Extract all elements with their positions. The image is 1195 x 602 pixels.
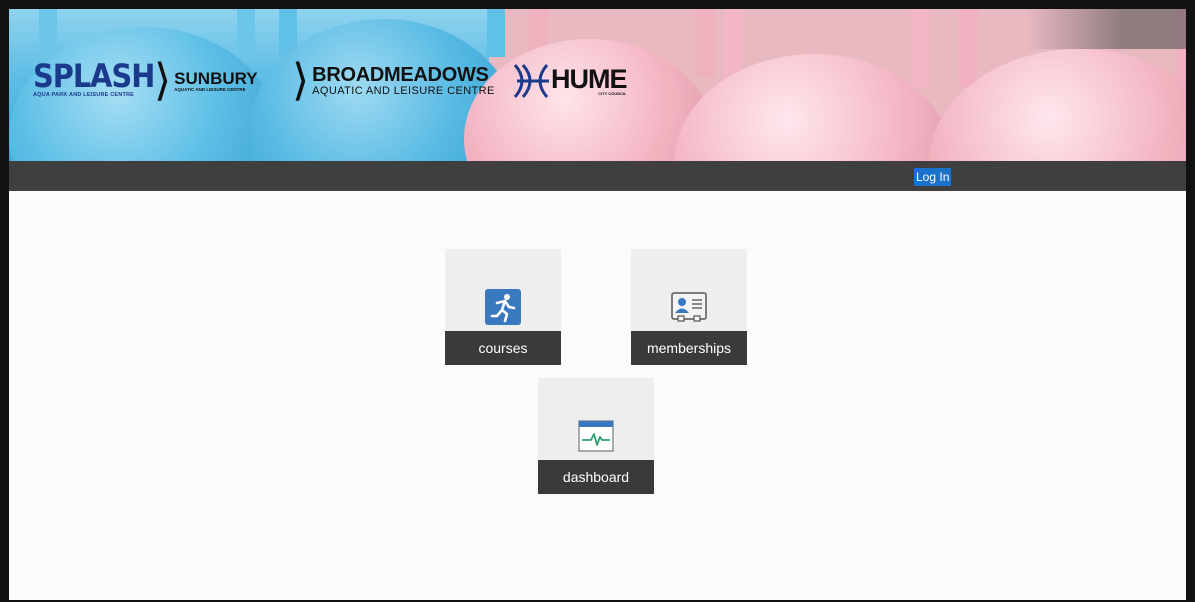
sunbury-logo-subtitle: AQUATIC AND LEISURE CENTRE [174, 87, 246, 92]
login-button[interactable]: Log In [914, 168, 952, 186]
header-banner: SPLASH AQUA PARK AND LEISURE CENTRE ⟩ SU… [9, 9, 1186, 161]
sunbury-logo-mark-icon: ⟩ [154, 56, 172, 105]
broadmeadows-logo-title: BROADMEADOWS [312, 64, 489, 86]
splash-logo-title: SPLASH [33, 57, 155, 95]
sunbury-logo-title: SUNBURY [174, 69, 258, 88]
hume-logo-mark-icon [513, 64, 549, 98]
hume-logo: HUME CITY COUNCIL [511, 61, 627, 101]
broadmeadows-logo-mark-icon: ⟩ [292, 56, 310, 105]
id-card-icon [671, 292, 707, 322]
broadmeadows-logo-subtitle: AQUATIC AND LEISURE CENTRE [312, 85, 495, 97]
broadmeadows-logo: ⟩ BROADMEADOWS AQUATIC AND LEISURE CENTR… [292, 59, 495, 103]
courses-tile[interactable]: courses [445, 249, 561, 365]
courses-tile-label: courses [445, 331, 561, 365]
memberships-tile-label: memberships [631, 331, 747, 365]
top-navbar: Log In [9, 161, 1186, 191]
dashboard-tile-label: dashboard [538, 460, 654, 494]
memberships-tile[interactable]: memberships [631, 249, 747, 365]
dashboard-tile[interactable]: dashboard [538, 378, 654, 494]
hume-logo-title: HUME [551, 63, 627, 94]
runner-icon [485, 289, 521, 325]
sunbury-logo: ⟩ SUNBURY AQUATIC AND LEISURE CENTRE [154, 59, 258, 103]
splash-logo: SPLASH AQUA PARK AND LEISURE CENTRE [33, 57, 155, 99]
browser-viewport: SPLASH AQUA PARK AND LEISURE CENTRE ⟩ SU… [0, 0, 1195, 602]
heartbeat-monitor-icon [578, 420, 614, 452]
banner-shadow [1026, 9, 1186, 49]
